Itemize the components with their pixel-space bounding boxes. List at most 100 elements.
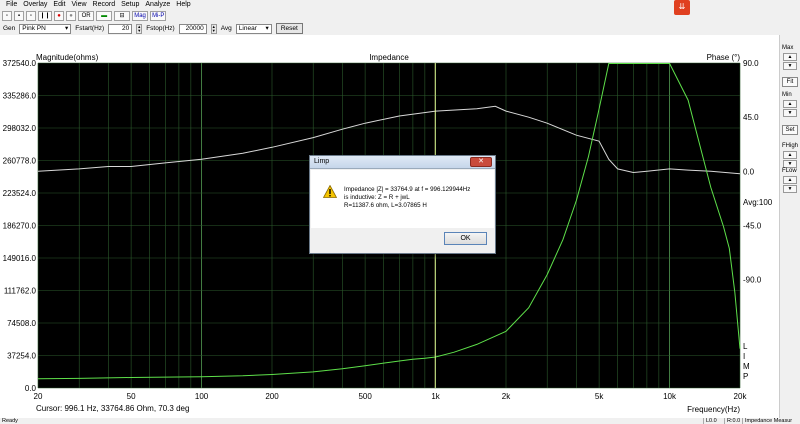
menu-view[interactable]: View (68, 0, 89, 10)
fit-button[interactable]: Fit (782, 77, 798, 87)
x-tick-label: 20k (734, 392, 748, 401)
menu-analyze[interactable]: Analyze (142, 0, 173, 10)
fhigh-up-button[interactable]: ▲ (783, 151, 797, 159)
fhigh-down-button[interactable]: ▼ (783, 160, 797, 168)
flow-down-button[interactable]: ▼ (783, 185, 797, 193)
max-label: Max (782, 45, 794, 51)
dialog-body: Impedance |Z| = 33764.9 at f = 996.12994… (311, 170, 494, 228)
fstart-label: Fstart(Hz) (75, 25, 105, 32)
fstop-input[interactable]: 20000 (178, 23, 207, 34)
dialog-title: Limp (314, 158, 330, 165)
y-left-tick-label: 111762.0 (4, 287, 37, 296)
min-label: Min (782, 92, 792, 98)
avg-value: Linear (238, 24, 257, 32)
reset-button[interactable]: Reset (275, 23, 303, 34)
fstop-label: Fstop(Hz) (146, 25, 175, 32)
save-file-button[interactable]: ▪ (14, 11, 24, 21)
menu-setup[interactable]: Setup (118, 0, 142, 10)
chevron-down-icon: ▾ (265, 24, 269, 32)
generator-value: Pink PN (22, 24, 46, 32)
limp-letter: I (743, 352, 745, 361)
copy-button[interactable]: ▫ (26, 11, 36, 21)
magnitude-button[interactable]: Mag (132, 11, 149, 21)
limp-letter: L (743, 342, 748, 351)
y-left-tick-label: 186270.0 (3, 222, 37, 231)
limp-watermark: LIMP (743, 342, 750, 381)
y-right-tick-label: -90.0 (743, 276, 762, 285)
impedance-result-dialog: Limp ✕ Impedance |Z| = 33764.9 at f = 99… (309, 155, 496, 254)
fstart-spinner[interactable]: ▲ ▼ (136, 23, 143, 34)
flow-up-button[interactable]: ▲ (783, 176, 797, 184)
ok-button[interactable]: OK (444, 232, 487, 245)
toolbar-settings: Gen Pink PN ▾ Fstart(Hz) 20 ▲ ▼ Fstop(Hz) … (0, 22, 800, 35)
y-left-axis-label: Magnitude(ohms) (36, 53, 99, 62)
toolbar-main: ▫ ▪ ▫ ❙❙ ● ● OR ▬ ⊟ Mag Mi-P (0, 10, 800, 22)
y-left-tick-label: 372540.0 (3, 59, 37, 68)
close-icon[interactable]: ✕ (470, 157, 492, 167)
menu-edit[interactable]: Edit (50, 0, 68, 10)
set-button[interactable]: Set (782, 125, 798, 135)
pause-button[interactable]: ❙❙ (38, 11, 53, 21)
y-right-axis-label: Phase (°) (707, 53, 741, 62)
y-left-tick-label: 335286.0 (3, 92, 37, 101)
y-left-tick-label: 149016.0 (3, 254, 37, 263)
gen-label: Gen (3, 25, 16, 32)
menu-file[interactable]: File (3, 0, 20, 10)
fhigh-label: FHigh (782, 143, 799, 149)
y-right-tick-labels: 90.0 45.0 0.0 -45.0 -90.0 (743, 59, 762, 285)
x-axis-label: Frequency(Hz) (687, 405, 740, 414)
flow-label: FLow (782, 168, 797, 174)
status-right-level: R:0.0 (724, 418, 740, 424)
limp-letter: M (743, 362, 750, 371)
avg-label: Avg (220, 25, 232, 32)
x-tick-label: 5k (595, 392, 604, 401)
limp-letter: P (743, 372, 748, 381)
chevron-down-icon: ▾ (65, 24, 69, 32)
dialog-titlebar[interactable]: Limp ✕ (310, 156, 495, 169)
status-mode: Impedance Measur (742, 418, 792, 424)
record-button[interactable]: ● (54, 11, 65, 21)
menu-overlay[interactable]: Overlay (20, 0, 50, 10)
chart-title: Impedance (369, 53, 409, 62)
avg-select[interactable]: Linear ▾ (235, 23, 272, 34)
phase-button[interactable]: Mi-P (150, 11, 167, 21)
y-left-tick-label: 74508.0 (7, 319, 36, 328)
max-down-button[interactable]: ▼ (783, 62, 797, 70)
x-tick-label: 1k (431, 392, 440, 401)
stop-button[interactable]: ● (66, 11, 77, 21)
dialog-line-inductive: is inductive: Z = R + jwL (344, 194, 410, 202)
x-tick-label: 20 (34, 392, 43, 401)
min-down-button[interactable]: ▼ (783, 109, 797, 117)
dialog-line-impedance: Impedance |Z| = 33764.9 at f = 996.12994… (344, 186, 471, 193)
graph-button[interactable]: ▬ (96, 11, 113, 21)
right-panel: Max ▲ ▼ Fit Min ▲ ▼ Set FHigh ▲ ▼ FLow ▲… (779, 35, 800, 418)
view-button[interactable]: ⊟ (114, 11, 131, 21)
fstop-spinner[interactable]: ▲ ▼ (210, 23, 217, 34)
x-tick-label: 2k (502, 392, 511, 401)
y-left-tick-labels: 372540.0 335286.0 298032.0 260778.0 223524.0… (3, 59, 37, 393)
limp-window: File Overlay Edit View Record Setup Anal… (0, 0, 800, 424)
y-left-tick-label: 37254.0 (7, 352, 36, 361)
or-button[interactable]: OR (78, 11, 95, 21)
y-right-tick-label: 45.0 (743, 113, 759, 122)
generator-select[interactable]: Pink PN ▾ (19, 23, 72, 34)
y-right-tick-label: 90.0 (743, 59, 759, 68)
status-left-level: L0.0 (703, 418, 717, 424)
x-tick-label: 50 (127, 392, 136, 401)
avg-readout: Avg:100 (743, 198, 773, 207)
y-left-tick-label: 0.0 (25, 384, 37, 393)
x-tick-label: 100 (195, 392, 209, 401)
y-left-tick-label: 260778.0 (3, 157, 37, 166)
menu-help[interactable]: Help (173, 0, 193, 10)
y-left-tick-label: 223524.0 (3, 189, 37, 198)
max-up-button[interactable]: ▲ (783, 53, 797, 61)
min-up-button[interactable]: ▲ (783, 100, 797, 108)
open-file-button[interactable]: ▫ (2, 11, 12, 21)
cursor-readout: Cursor: 996.1 Hz, 33764.86 Ohm, 70.3 deg (36, 404, 189, 413)
y-right-tick-label: -45.0 (743, 222, 762, 231)
menu-record[interactable]: Record (90, 0, 119, 10)
status-ready: Ready (2, 418, 18, 424)
fstart-input[interactable]: 20 (108, 23, 133, 34)
y-left-tick-label: 298032.0 (3, 124, 37, 133)
status-bar: Ready L0.0 R:0.0 Impedance Measur (0, 418, 800, 424)
